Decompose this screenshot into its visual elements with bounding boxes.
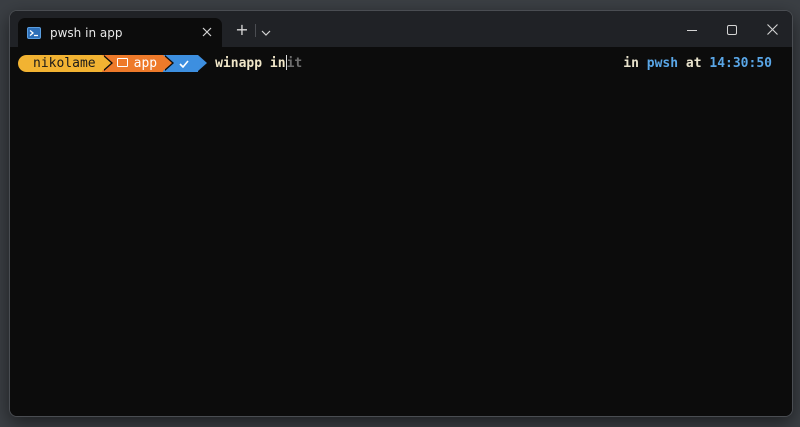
plus-icon: + (235, 20, 249, 39)
powershell-icon (27, 26, 41, 39)
minimize-button[interactable] (672, 11, 712, 47)
right-in-label: in (623, 56, 639, 71)
tab-pwsh-in-app[interactable]: pwsh in app (18, 18, 222, 47)
powerline-arrow (163, 55, 173, 71)
command-typed: winapp in (215, 56, 286, 71)
chevron-down-icon (261, 21, 271, 40)
terminal-area[interactable]: nikolame app winapp init in pwsh at 14:3… (10, 47, 792, 416)
prompt-line: nikolame app winapp init (18, 55, 302, 72)
close-icon (766, 20, 778, 39)
prompt-directory: app (133, 56, 158, 71)
prompt-right-info: in pwsh at 14:30:50 (623, 55, 772, 72)
prompt-user: nikolame (33, 56, 96, 71)
maximize-button[interactable] (712, 11, 752, 47)
powerline-arrow (101, 55, 111, 71)
tab-title: pwsh in app (50, 25, 123, 40)
folder-icon (116, 58, 128, 67)
tab-dropdown-button[interactable] (258, 21, 274, 39)
command-input[interactable]: winapp init (215, 55, 303, 71)
new-tab-button[interactable]: + (232, 20, 252, 40)
maximize-icon (727, 20, 737, 39)
right-time: 14:30:50 (709, 56, 772, 71)
minimize-icon (687, 20, 697, 39)
close-window-button[interactable] (752, 11, 792, 47)
right-at-label: at (685, 56, 702, 71)
right-shell-name: pwsh (646, 56, 679, 71)
checkmark-icon (178, 59, 190, 68)
powerline-arrow (198, 55, 208, 71)
terminal-window: pwsh in app + nikolame app winapp init i… (9, 10, 793, 417)
tab-separator (255, 24, 256, 37)
prompt-user-segment: nikolame (18, 55, 113, 72)
title-bar[interactable]: pwsh in app + (10, 11, 792, 47)
text-cursor (285, 55, 287, 70)
close-icon[interactable] (198, 23, 216, 41)
autosuggestion: it (286, 56, 303, 71)
